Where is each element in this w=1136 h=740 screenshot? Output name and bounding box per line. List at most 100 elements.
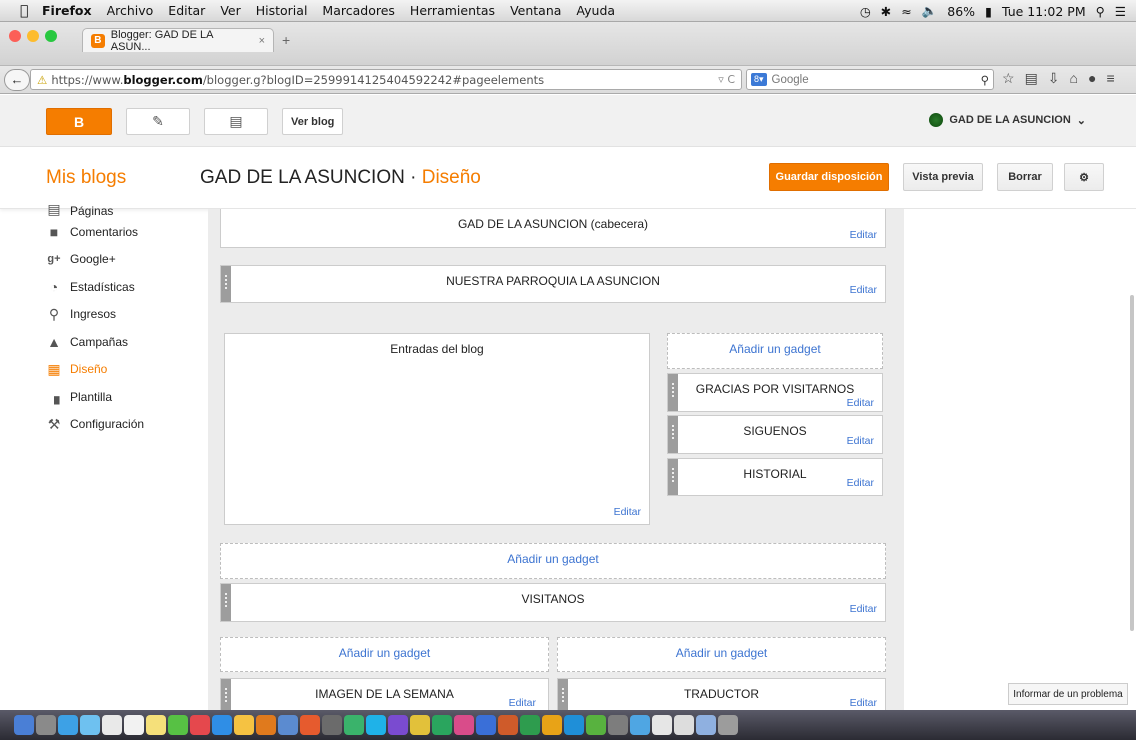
header-gadget[interactable]: GAD DE LA ASUNCION (cabecera) Editar — [220, 209, 886, 248]
app-icon[interactable] — [432, 715, 452, 735]
chat-icon[interactable]: ● — [1088, 70, 1096, 87]
app-icon[interactable] — [586, 715, 606, 735]
safari-icon[interactable] — [58, 715, 78, 735]
my-blogs-link[interactable]: Mis blogs — [46, 167, 126, 189]
bookmarks-list-icon[interactable]: ▤ — [1025, 70, 1038, 87]
scrollbar[interactable] — [1130, 295, 1134, 631]
app-icon[interactable] — [410, 715, 430, 735]
reload-icon[interactable]: ▿ C — [718, 73, 735, 86]
view-blog-button[interactable]: Ver blog — [282, 108, 344, 135]
edit-link[interactable]: Editar — [614, 506, 641, 518]
app-icon[interactable] — [542, 715, 562, 735]
menu-ventana[interactable]: Ventana — [510, 3, 561, 18]
clock[interactable]: Tue 11:02 PM — [1002, 4, 1086, 19]
document-icon[interactable] — [652, 715, 672, 735]
app-icon[interactable] — [454, 715, 474, 735]
gracias-gadget[interactable]: GRACIAS POR VISITARNOS Editar — [667, 373, 883, 412]
menu-herramientas[interactable]: Herramientas — [410, 3, 495, 18]
parroquia-gadget[interactable]: NUESTRA PARROQUIA LA ASUNCION Editar — [220, 265, 886, 303]
edit-link[interactable]: Editar — [847, 397, 874, 409]
add-gadget-button[interactable]: Añadir un gadget — [220, 543, 886, 579]
excel-icon[interactable] — [520, 715, 540, 735]
sidebar-item-plantilla[interactable]: ▗ Plantilla — [46, 383, 206, 411]
edit-link[interactable]: Editar — [850, 229, 877, 241]
folder-icon[interactable] — [696, 715, 716, 735]
edit-link[interactable]: Editar — [850, 284, 877, 296]
search-icon[interactable]: ⚲ — [981, 73, 989, 87]
bluetooth-icon[interactable]: ✱ — [881, 4, 891, 19]
menu-historial[interactable]: Historial — [256, 3, 308, 18]
notification-center-icon[interactable]: ☰ — [1115, 4, 1126, 19]
sidebar-item-comentarios[interactable]: ■ Comentarios — [46, 218, 206, 246]
zoom-window-icon[interactable] — [45, 30, 57, 42]
menu-app-name[interactable]: Firefox — [42, 3, 92, 18]
visitanos-gadget[interactable]: VISITANOS Editar — [220, 583, 886, 622]
app-icon[interactable] — [608, 715, 628, 735]
edit-link[interactable]: Editar — [847, 477, 874, 489]
home-icon[interactable]: ⌂ — [1070, 70, 1078, 87]
calendar-icon[interactable] — [124, 715, 144, 735]
report-problem-button[interactable]: Informar de un problema — [1008, 683, 1128, 705]
download-icon[interactable]: ⇩ — [1048, 70, 1060, 87]
sidebar-item-configuracion[interactable]: ⚒ Configuración — [46, 411, 206, 439]
menu-ayuda[interactable]: Ayuda — [576, 3, 615, 18]
apple-icon[interactable]:  — [20, 3, 42, 19]
sidebar-item-paginas[interactable]: ▤ Páginas — [46, 200, 206, 218]
notes-icon[interactable] — [146, 715, 166, 735]
historial-gadget[interactable]: HISTORIAL Editar — [667, 458, 883, 496]
app-icon[interactable] — [630, 715, 650, 735]
firefox-icon[interactable] — [256, 715, 276, 735]
menu-icon[interactable]: ≡ — [1106, 70, 1114, 87]
edit-link[interactable]: Editar — [850, 697, 877, 709]
menu-archivo[interactable]: Archivo — [107, 3, 154, 18]
imagen-gadget[interactable]: IMAGEN DE LA SEMANA Editar — [220, 678, 549, 714]
url-bar[interactable]: ⚠ https://www. blogger.com/blogger.g?blog… — [30, 69, 742, 90]
blog-posts-gadget[interactable]: Entradas del blog Editar — [224, 333, 650, 525]
back-arrow-icon[interactable]: ← — [4, 68, 30, 91]
sidebar-item-estadisticas[interactable]: ◔ Estadísticas — [46, 273, 206, 301]
add-gadget-button[interactable]: Añadir un gadget — [557, 637, 886, 672]
search-bar[interactable]: 8▾ Google ⚲ — [746, 69, 994, 90]
minimize-window-icon[interactable] — [27, 30, 39, 42]
menu-ver[interactable]: Ver — [220, 3, 240, 18]
close-tab-icon[interactable]: × — [259, 35, 265, 47]
wifi-icon[interactable]: ≈ — [901, 4, 911, 19]
edit-link[interactable]: Editar — [847, 435, 874, 447]
app-icon[interactable] — [300, 715, 320, 735]
sidebar-item-campanas[interactable]: ▲ Campañas — [46, 328, 206, 356]
blogger-home-button[interactable]: B — [46, 108, 112, 135]
close-window-icon[interactable] — [9, 30, 21, 42]
app-icon[interactable] — [564, 715, 584, 735]
sidebar-item-google-plus[interactable]: g+ Google+ — [46, 246, 206, 274]
contacts-icon[interactable] — [102, 715, 122, 735]
new-post-button[interactable]: ✎ — [126, 108, 190, 135]
preview-button[interactable]: Vista previa — [903, 163, 983, 191]
settings-gear-button[interactable]: ⚙ — [1064, 163, 1104, 191]
finder-icon[interactable] — [14, 715, 34, 735]
app-icon[interactable] — [344, 715, 364, 735]
app-icon[interactable] — [322, 715, 342, 735]
powerpoint-icon[interactable] — [498, 715, 518, 735]
delete-button[interactable]: Borrar — [997, 163, 1053, 191]
launchpad-icon[interactable] — [36, 715, 56, 735]
mail-icon[interactable] — [80, 715, 100, 735]
app-icon[interactable] — [388, 715, 408, 735]
app-icon[interactable] — [366, 715, 386, 735]
browser-tab[interactable]: B Blogger: GAD DE LA ASUN... × — [82, 28, 274, 53]
save-layout-button[interactable]: Guardar disposición — [769, 163, 889, 191]
chrome-icon[interactable] — [234, 715, 254, 735]
bookmark-star-icon[interactable]: ☆ — [1002, 70, 1015, 87]
word-icon[interactable] — [476, 715, 496, 735]
edit-link[interactable]: Editar — [509, 697, 536, 709]
spotlight-icon[interactable]: ⚲ — [1096, 4, 1105, 19]
document-icon[interactable] — [674, 715, 694, 735]
preview-icon[interactable] — [278, 715, 298, 735]
sidebar-item-diseno[interactable]: ▦ Diseño — [46, 356, 206, 384]
messages-icon[interactable] — [168, 715, 188, 735]
new-tab-icon[interactable]: + — [282, 32, 290, 48]
menu-editar[interactable]: Editar — [168, 3, 205, 18]
traductor-gadget[interactable]: TRADUCTOR Editar — [557, 678, 886, 714]
app-store-icon[interactable] — [212, 715, 232, 735]
trash-icon[interactable] — [718, 715, 738, 735]
posts-list-button[interactable]: ▤ — [204, 108, 268, 135]
